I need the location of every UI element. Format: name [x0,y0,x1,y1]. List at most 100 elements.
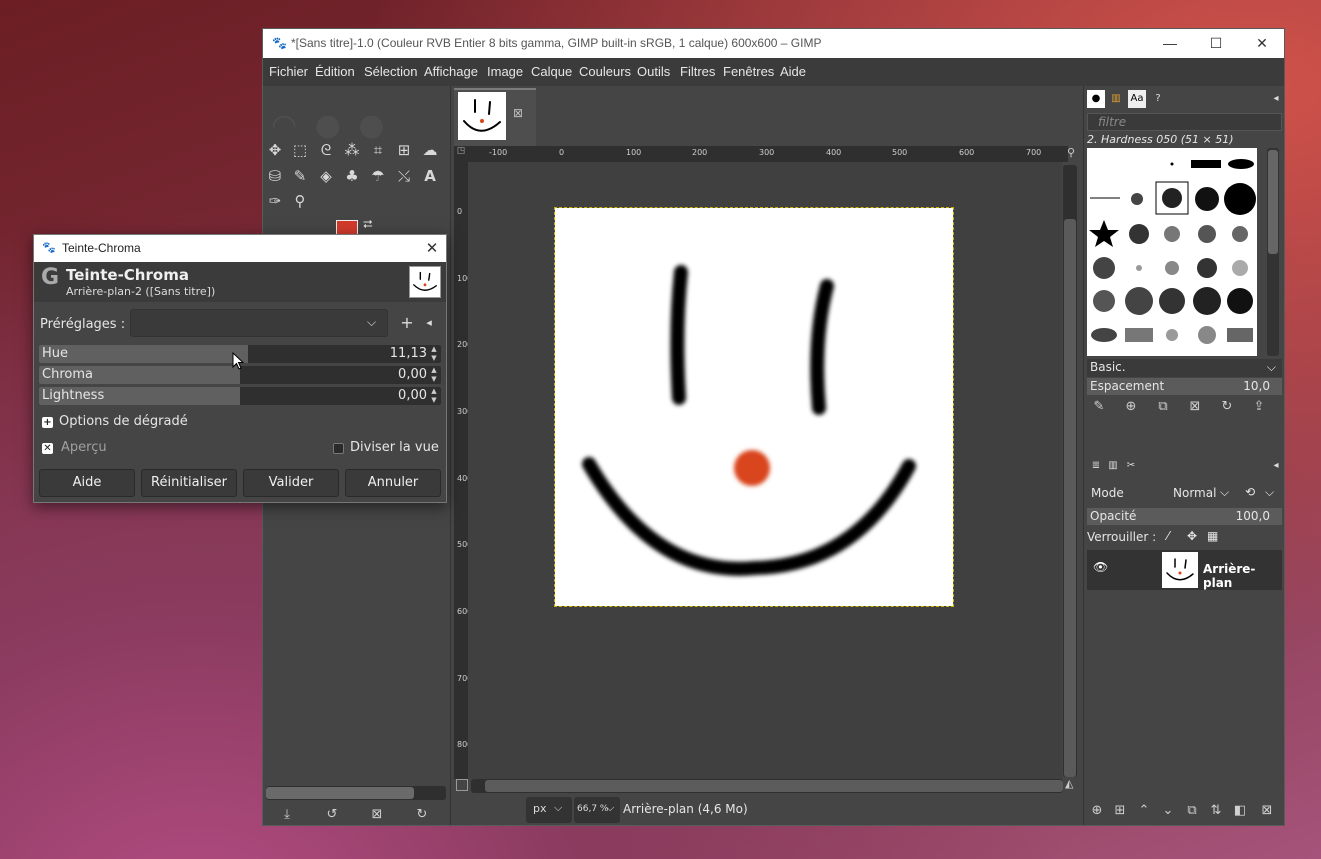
cancel-button[interactable]: Annuler [345,469,441,497]
horizontal-scrollbar-thumb[interactable] [485,780,1063,792]
toolbox-scrollbar-thumb[interactable] [266,787,414,799]
merge-layer-icon[interactable]: ⇅ [1206,801,1226,821]
delete-brush-icon[interactable]: ⊠ [1185,397,1205,417]
zoom-icon[interactable]: ⚲ [289,190,311,212]
menu-couleurs[interactable]: Couleurs [579,64,631,79]
expand-gradient-options-icon[interactable]: + [42,417,53,428]
dialog-close-button[interactable]: ✕ [422,239,442,259]
preview-label[interactable]: Aperçu [61,440,107,455]
menu-selection[interactable]: Sélection [364,64,417,79]
crop-icon[interactable]: ⌗ [367,139,389,161]
paintbrush-icon[interactable]: ✎ [289,165,311,187]
menu-fichier[interactable]: Fichier [269,64,308,79]
ruler-corner-icon[interactable]: ◳ [454,146,468,162]
fuzzy-select-icon[interactable]: ⁂ [341,139,363,161]
layer-mask-icon[interactable]: ◧ [1230,801,1250,821]
close-tab-icon[interactable]: ⊠ [511,106,525,120]
composite-mode-icon[interactable]: ⟲ [1245,485,1255,499]
close-button[interactable]: ✕ [1239,29,1285,58]
maximize-button[interactable]: ☐ [1193,29,1239,58]
zoom-image-icon[interactable]: ◭ [1065,777,1079,791]
brush-tag-select[interactable]: Basic. ⌵ [1087,359,1282,377]
window-titlebar[interactable]: 🐾 *[Sans titre]-1.0 (Couleur RVB Entier … [263,29,1284,58]
lower-layer-icon[interactable]: ⌄ [1158,801,1178,821]
clone-icon[interactable]: ♣ [341,165,363,187]
menu-filtres[interactable]: Filtres [680,64,715,79]
quickmask-toggle-icon[interactable] [456,779,468,791]
presets-menu-icon[interactable]: ◂ [421,315,437,331]
delete-layer-icon[interactable]: ⊠ [1257,801,1277,821]
dock-menu-icon[interactable]: ◂ [1267,457,1285,475]
duplicate-layer-icon[interactable]: ⧉ [1182,801,1202,821]
paths-tab-icon[interactable]: ✂ [1122,457,1140,475]
lasso-icon[interactable]: ᘓ [315,139,337,161]
minimize-button[interactable]: — [1147,29,1193,58]
brushes-tab-icon[interactable]: ● [1087,90,1105,108]
add-preset-icon[interactable]: + [398,314,416,332]
new-layer-group-icon[interactable]: ⊞ [1110,801,1130,821]
zoom-select[interactable]: 66,7 % ⌵ [574,797,620,823]
preview-checkbox[interactable]: ✕ [42,443,53,454]
eraser-icon[interactable]: ◈ [315,165,337,187]
edit-brush-icon[interactable]: ✎ [1089,397,1109,417]
dialog-titlebar[interactable]: 🐾 Teinte-Chroma ✕ [34,235,446,262]
text-icon[interactable]: A [419,165,441,187]
menu-calque[interactable]: Calque [531,64,572,79]
lightness-value[interactable]: 0,00 [398,388,427,403]
smudge-icon[interactable]: ☂ [367,165,389,187]
split-view-label[interactable]: Diviser la vue [350,440,439,455]
navigate-icon[interactable]: ⚲ [1063,146,1079,162]
hue-spin-icon[interactable]: ▲ ▼ [429,345,439,363]
channels-tab-icon[interactable]: ▥ [1104,457,1122,475]
delete-icon[interactable]: ⊠ [366,804,388,826]
paths-icon[interactable]: ⤯ [393,165,415,187]
move-icon[interactable]: ✥ [264,139,286,161]
ruler-horizontal[interactable]: -100 0 100 200 300 400 500 600 700 [468,146,1068,162]
mode-select[interactable]: Normal [1173,486,1216,500]
menu-affichage[interactable]: Affichage [424,64,478,79]
rect-select-icon[interactable]: ⬚ [289,139,311,161]
bucket-fill-icon[interactable]: ⛁ [264,165,286,187]
save-icon[interactable]: ⤓ [276,804,298,826]
ok-button[interactable]: Valider [243,469,339,497]
menu-image[interactable]: Image [487,64,523,79]
open-brush-icon[interactable]: ⇪ [1249,397,1269,417]
dock-menu-icon[interactable]: ◂ [1267,90,1285,108]
lock-alpha-icon[interactable]: ▦ [1207,529,1218,543]
image-canvas[interactable] [554,207,954,607]
duplicate-brush-icon[interactable]: ⧉ [1153,397,1173,417]
brush-grid[interactable] [1087,148,1257,356]
unified-transform-icon[interactable]: ⊞ [393,139,415,161]
menu-edition[interactable]: Édition [315,64,355,79]
patterns-tab-icon[interactable]: ▥ [1107,90,1125,108]
lightness-spin-icon[interactable]: ▲ ▼ [429,387,439,405]
brush-scrollbar-thumb[interactable] [1268,150,1278,254]
swap-colors-icon[interactable]: ⮂ [363,217,377,231]
ruler-vertical[interactable]: 0 100 200 300 400 500 600 700 800 [454,162,472,779]
menu-aide[interactable]: Aide [780,64,806,79]
menu-fenetres[interactable]: Fenêtres [723,64,774,79]
help-button[interactable]: Aide [39,469,135,497]
raise-layer-icon[interactable]: ⌃ [1134,801,1154,821]
refresh-brushes-icon[interactable]: ↻ [1217,397,1237,417]
restore-icon[interactable]: ↺ [321,804,343,826]
new-brush-icon[interactable]: ⊕ [1121,397,1141,417]
menu-outils[interactable]: Outils [637,64,670,79]
vertical-scrollbar-thumb[interactable] [1064,219,1076,777]
hue-value[interactable]: 11,13 [390,346,427,361]
lock-pixels-icon[interactable]: ⁄ [1167,529,1169,543]
lightness-slider[interactable]: Lightness 0,00 ▲ ▼ [39,387,441,405]
visibility-eye-icon[interactable]: 👁 [1093,560,1108,574]
unit-select[interactable]: px ⌵ [526,797,572,823]
chroma-value[interactable]: 0,00 [398,367,427,382]
opacity-slider[interactable]: Opacité 100,0 [1087,508,1282,525]
help-tab-icon[interactable]: ? [1149,90,1167,108]
color-picker-icon[interactable]: ✑ [264,190,286,212]
presets-select[interactable]: ⌵ [130,309,388,337]
split-view-checkbox[interactable] [333,443,344,454]
brush-filter-input[interactable]: filtre [1087,113,1282,131]
layers-tab-icon[interactable]: ≣ [1087,457,1105,475]
layer-item[interactable]: 👁 Arrière-plan [1087,550,1282,590]
gradient-options-label[interactable]: Options de dégradé [59,414,188,429]
fonts-tab-icon[interactable]: Aa [1128,90,1146,108]
